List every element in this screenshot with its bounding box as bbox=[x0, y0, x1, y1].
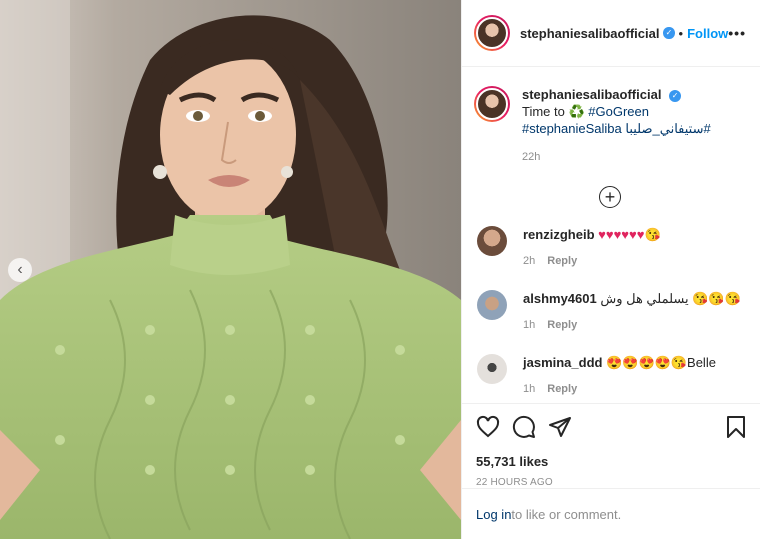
caption-time: 22h bbox=[522, 151, 541, 163]
comment-text: يسلملي هل وش 😘😘😘 bbox=[600, 291, 741, 306]
reply-button[interactable]: Reply bbox=[547, 383, 577, 395]
author-avatar[interactable] bbox=[474, 15, 510, 51]
commenter-username[interactable]: jasmina_ddd bbox=[523, 355, 602, 370]
follow-button[interactable]: Follow bbox=[687, 26, 728, 41]
commenter-username[interactable]: alshmy4601 bbox=[523, 291, 597, 306]
commenter-avatar[interactable] bbox=[477, 226, 507, 256]
comment-time: 1h bbox=[523, 319, 536, 331]
login-link[interactable]: Log in bbox=[476, 507, 511, 522]
login-text: to like or comment. bbox=[511, 506, 622, 522]
caption-username[interactable]: stephaniesalibaofficial bbox=[522, 87, 661, 102]
comment-text: ♥♥♥♥♥♥😘 bbox=[598, 227, 661, 242]
login-prompt: Log in to like or comment. bbox=[462, 488, 760, 539]
carousel-prev-button[interactable]: ‹ bbox=[8, 258, 32, 282]
post-sidebar: stephaniesalibaofficial ✓ • Follow ••• s… bbox=[461, 0, 760, 539]
bookmark-icon[interactable] bbox=[724, 415, 748, 439]
verified-badge-icon: ✓ bbox=[663, 27, 675, 39]
hashtag-gogreen[interactable]: #GoGreen bbox=[588, 104, 649, 119]
caption-avatar[interactable] bbox=[474, 86, 510, 122]
likes-count[interactable]: 55,731 likes bbox=[476, 454, 748, 469]
comments-section[interactable]: stephaniesalibaofficial ✓ Time to ♻️ #Go… bbox=[462, 68, 760, 402]
reply-button[interactable]: Reply bbox=[547, 319, 577, 331]
post-actions: 55,731 likes 22 HOURS AGO bbox=[462, 403, 760, 488]
post-photo[interactable]: ‹ bbox=[0, 0, 461, 539]
comment-time: 1h bbox=[523, 383, 536, 395]
commenter-avatar[interactable] bbox=[477, 290, 507, 320]
comment-item: jasmina_ddd 😍😍😍😍😘Belle 1h Reply bbox=[474, 354, 746, 398]
comment-time: 2h bbox=[523, 255, 536, 267]
load-more-comments[interactable]: + bbox=[474, 186, 746, 208]
reply-button[interactable]: Reply bbox=[547, 255, 577, 267]
comment-item: alshmy4601 يسلملي هل وش 😘😘😘 1h Reply bbox=[474, 290, 746, 334]
hashtag-stephaniesaliba[interactable]: #stephanieSaliba bbox=[522, 121, 622, 136]
comment-text: 😍😍😍😍😘Belle bbox=[606, 355, 716, 370]
caption: stephaniesalibaofficial ✓ Time to ♻️ #Go… bbox=[474, 86, 746, 166]
author-username[interactable]: stephaniesalibaofficial bbox=[520, 26, 659, 41]
caption-text: Time to ♻️ bbox=[522, 104, 589, 119]
share-icon[interactable] bbox=[548, 415, 572, 439]
post-header: stephaniesalibaofficial ✓ • Follow ••• bbox=[462, 0, 760, 67]
post-timestamp[interactable]: 22 HOURS AGO bbox=[476, 477, 748, 488]
heart-icon[interactable] bbox=[476, 415, 500, 439]
comment-item: renzizgheib ♥♥♥♥♥♥😘 2h Reply bbox=[474, 226, 746, 270]
separator-dot: • bbox=[678, 25, 684, 41]
comment-icon[interactable] bbox=[512, 415, 536, 439]
more-options-icon[interactable]: ••• bbox=[728, 25, 746, 41]
photo-illustration bbox=[0, 0, 461, 539]
plus-circle-icon: + bbox=[599, 186, 621, 208]
commenter-username[interactable]: renzizgheib bbox=[523, 227, 595, 242]
hashtag-arabic[interactable]: #ستيفاني_صليبا bbox=[625, 121, 710, 136]
commenter-avatar[interactable] bbox=[477, 354, 507, 384]
chevron-left-icon: ‹ bbox=[17, 261, 23, 278]
verified-badge-icon: ✓ bbox=[669, 89, 682, 102]
